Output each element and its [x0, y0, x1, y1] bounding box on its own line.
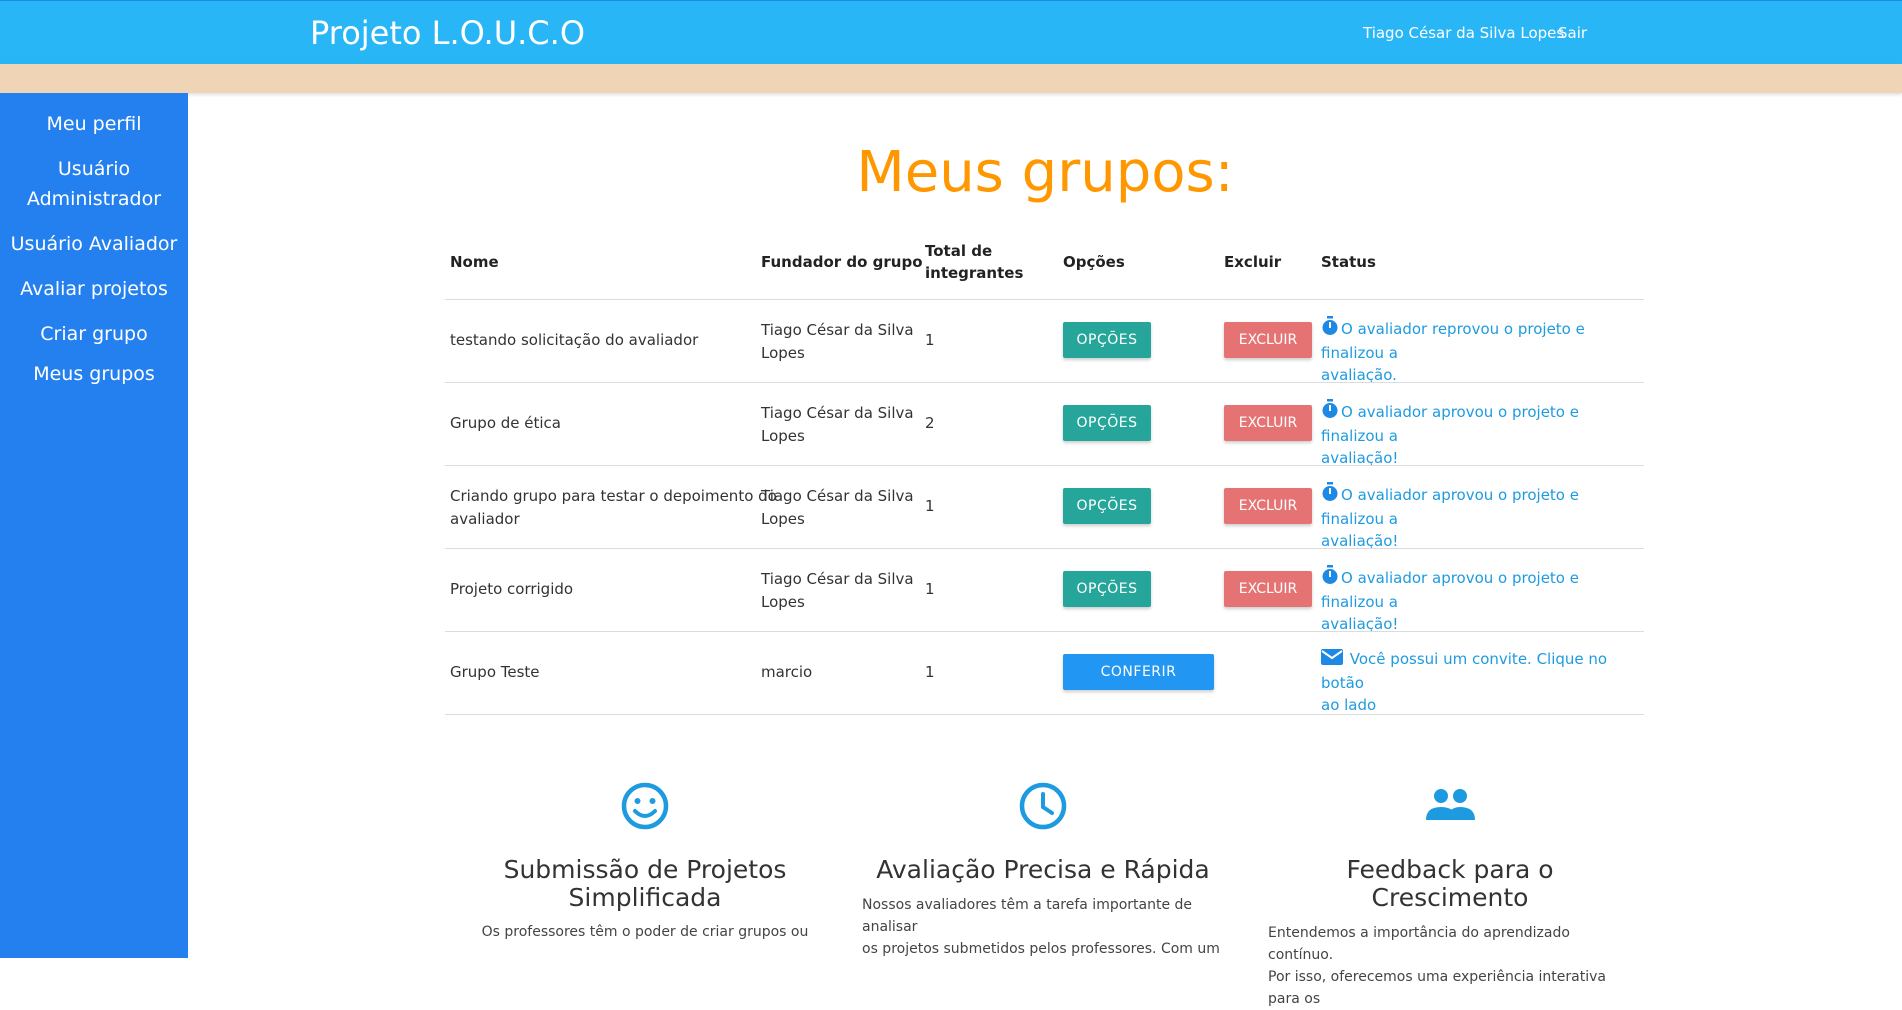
feature-title: Avaliação Precisa e Rápida	[876, 855, 1210, 884]
desc-line1: Entendemos a importância do aprendizado …	[1268, 925, 1570, 963]
mail-icon	[1321, 648, 1343, 672]
sidebar-item-label: Usuário	[57, 158, 131, 180]
divider	[445, 714, 1644, 715]
sidebar-item-usuario-avaliador[interactable]: Usuário Avaliador	[0, 229, 188, 259]
group-founder: marcio	[761, 663, 813, 681]
feature-card: Feedback para o Crescimento Entendemos a…	[1268, 782, 1632, 1010]
group-founder: Tiago César da Silva Lopes	[761, 485, 914, 531]
status-line1: O avaliador aprovou o projeto e finalizo…	[1321, 569, 1579, 611]
confirm-button[interactable]: CONFERIR	[1063, 654, 1214, 690]
feature-card: Submissão de Projetos Simplificada Os pr…	[460, 782, 830, 943]
founder-line1: Tiago César da Silva	[761, 570, 914, 588]
options-button[interactable]: OPÇÕES	[1063, 571, 1151, 607]
group-name: Grupo de ética	[450, 414, 561, 432]
timer-icon	[1321, 565, 1339, 591]
sidebar: Meu perfil Usuário Administrador Usuário…	[0, 93, 188, 958]
header-status: Status	[1321, 253, 1376, 271]
sidebar-item-label: Administrador	[26, 188, 162, 210]
group-founder: Tiago César da Silva Lopes	[761, 319, 914, 365]
divider	[445, 465, 1644, 466]
group-name: Grupo Teste	[450, 663, 540, 681]
delete-button[interactable]: EXCLUIR	[1224, 571, 1312, 607]
sidebar-item-usuario-administrador[interactable]: Usuário Administrador	[0, 154, 188, 214]
header-nome: Nome	[450, 253, 499, 271]
smiley-icon	[460, 782, 830, 832]
status-text[interactable]: O avaliador aprovou o projeto e finalizo…	[1321, 482, 1641, 552]
header-total-line2: integrantes	[925, 264, 1024, 282]
founder-line1: Tiago César da Silva	[761, 321, 914, 339]
group-total: 1	[925, 331, 935, 349]
header-total: Total de integrantes	[925, 240, 1023, 284]
name-line1: Criando grupo para testar o depoimento d…	[450, 487, 777, 505]
timer-icon	[1321, 482, 1339, 508]
founder-line2: Lopes	[761, 510, 805, 528]
timer-icon	[1321, 316, 1339, 342]
divider	[445, 548, 1644, 549]
group-name: Projeto corrigido	[450, 580, 574, 598]
top-navbar: Projeto L.O.U.C.O Tiago César da Silva L…	[0, 0, 1902, 64]
delete-button[interactable]: EXCLUIR	[1224, 405, 1312, 441]
feature-description: Entendemos a importância do aprendizado …	[1268, 922, 1632, 1010]
desc-line2: os projetos submetidos pelos professores…	[862, 941, 1220, 957]
feature-title: Feedback para o Crescimento	[1346, 855, 1554, 912]
status-text[interactable]: Você possui um convite. Clique no botão …	[1321, 648, 1641, 716]
status-line2: ao lado	[1321, 696, 1377, 714]
status-text[interactable]: O avaliador reprovou o projeto e finaliz…	[1321, 316, 1641, 386]
group-icon	[1268, 782, 1632, 832]
page-title: Meus grupos:	[856, 140, 1234, 205]
feature-title: Submissão de Projetos	[503, 855, 787, 884]
group-total: 2	[925, 414, 935, 432]
status-line1: O avaliador aprovou o projeto e finalizo…	[1321, 486, 1579, 528]
status-line1: O avaliador aprovou o projeto e finalizo…	[1321, 403, 1579, 445]
options-button[interactable]: OPÇÕES	[1063, 322, 1151, 358]
founder-line1: Tiago César da Silva	[761, 487, 914, 505]
brand-title[interactable]: Projeto L.O.U.C.O	[310, 14, 585, 52]
header-opcoes: Opções	[1063, 253, 1125, 271]
group-name: testando solicitação do avaliador	[450, 331, 699, 349]
group-total: 1	[925, 497, 935, 515]
timer-icon	[1321, 399, 1339, 425]
header-fundador: Fundador do grupo	[761, 253, 923, 271]
divider	[445, 299, 1644, 300]
status-text[interactable]: O avaliador aprovou o projeto e finalizo…	[1321, 399, 1641, 469]
desc-line1: Nossos avaliadores têm a tarefa importan…	[862, 897, 1193, 935]
group-total: 1	[925, 663, 935, 681]
founder-line2: Lopes	[761, 427, 805, 445]
feature-card: Avaliação Precisa e Rápida Nossos avalia…	[862, 782, 1224, 960]
sidebar-item-meus-grupos[interactable]: Meus grupos	[0, 359, 188, 389]
header-total-line1: Total de	[925, 242, 993, 260]
group-total: 1	[925, 580, 935, 598]
group-founder: Tiago César da Silva Lopes	[761, 568, 914, 614]
founder-line1: Tiago César da Silva	[761, 404, 914, 422]
group-name: Criando grupo para testar o depoimento d…	[450, 485, 777, 531]
feature-description: Nossos avaliadores têm a tarefa importan…	[862, 894, 1224, 960]
options-button[interactable]: OPÇÕES	[1063, 488, 1151, 524]
options-button[interactable]: OPÇÕES	[1063, 405, 1151, 441]
clock-icon	[862, 782, 1224, 832]
header-strip	[0, 64, 1902, 93]
delete-button[interactable]: EXCLUIR	[1224, 322, 1312, 358]
feature-title-line2: Simplificada	[568, 883, 722, 912]
status-line1: Você possui um convite. Clique no botão	[1321, 650, 1608, 692]
desc-line2: Por isso, oferecemos uma experiência int…	[1268, 969, 1606, 1007]
logout-link[interactable]: Sair	[1558, 24, 1587, 42]
founder-line2: Lopes	[761, 344, 805, 362]
sidebar-item-meu-perfil[interactable]: Meu perfil	[0, 109, 188, 139]
sidebar-item-avaliar-projetos[interactable]: Avaliar projetos	[0, 274, 188, 304]
status-text[interactable]: O avaliador aprovou o projeto e finalizo…	[1321, 565, 1641, 635]
founder-line2: Lopes	[761, 593, 805, 611]
name-line2: avaliador	[450, 510, 520, 528]
feature-description: Os professores têm o poder de criar grup…	[481, 924, 809, 940]
divider	[445, 382, 1644, 383]
status-line1: O avaliador reprovou o projeto e finaliz…	[1321, 320, 1585, 362]
group-founder: Tiago César da Silva Lopes	[761, 402, 914, 448]
delete-button[interactable]: EXCLUIR	[1224, 488, 1312, 524]
divider	[445, 631, 1644, 632]
sidebar-item-criar-grupo[interactable]: Criar grupo	[0, 319, 188, 349]
header-excluir: Excluir	[1224, 253, 1282, 271]
user-name-link[interactable]: Tiago César da Silva Lopes	[1363, 24, 1564, 42]
